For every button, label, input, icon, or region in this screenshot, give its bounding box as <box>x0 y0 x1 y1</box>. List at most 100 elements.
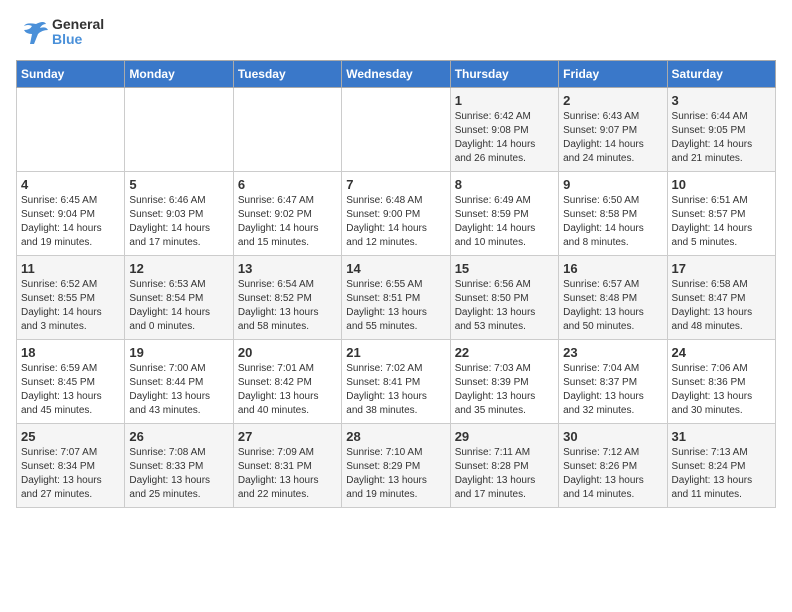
day-info: Sunrise: 6:44 AM Sunset: 9:05 PM Dayligh… <box>672 110 771 166</box>
day-number: 23 <box>563 345 662 360</box>
day-cell: 9Sunrise: 6:50 AM Sunset: 8:58 PM Daylig… <box>559 172 667 256</box>
day-info: Sunrise: 6:53 AM Sunset: 8:54 PM Dayligh… <box>129 278 228 334</box>
day-cell: 8 Sunrise: 6:49 AM Sunset: 8:59 PM Daylig… <box>450 172 558 256</box>
day-info: Sunrise: 7:06 AM Sunset: 8:36 PM Dayligh… <box>672 362 771 418</box>
day-info: Sunrise: 7:04 AM Sunset: 8:37 PM Dayligh… <box>563 362 662 418</box>
day-number: 27 <box>238 429 337 444</box>
day-number: 13 <box>238 261 337 276</box>
day-info: Sunrise: 7:07 AM Sunset: 8:34 PM Dayligh… <box>21 446 120 502</box>
day-info: Sunrise: 7:01 AM Sunset: 8:42 PM Dayligh… <box>238 362 337 418</box>
day-cell: 14 Sunrise: 6:55 AM Sunset: 8:51 PM Dayli… <box>342 256 450 340</box>
day-info: Sunrise: 6:55 AM Sunset: 8:51 PM Dayligh… <box>346 278 445 334</box>
day-cell: 30 Sunrise: 7:12 AM Sunset: 8:26 PM Dayli… <box>559 424 667 508</box>
day-info: Sunrise: 7:12 AM Sunset: 8:26 PM Dayligh… <box>563 446 662 502</box>
day-number: 8 <box>455 177 554 192</box>
day-number: 20 <box>238 345 337 360</box>
day-info: Sunrise: 6:52 AM Sunset: 8:55 PM Dayligh… <box>21 278 120 334</box>
day-cell <box>17 88 125 172</box>
day-cell: 23 Sunrise: 7:04 AM Sunset: 8:37 PM Dayli… <box>559 340 667 424</box>
day-info: Sunrise: 7:10 AM Sunset: 8:29 PM Dayligh… <box>346 446 445 502</box>
week-row-5: 25 Sunrise: 7:07 AM Sunset: 8:34 PM Dayli… <box>17 424 776 508</box>
day-info: Sunrise: 6:51 AM Sunset: 8:57 PM Dayligh… <box>672 194 771 250</box>
day-cell: 19Sunrise: 7:00 AM Sunset: 8:44 PM Dayli… <box>125 340 233 424</box>
day-cell: 13 Sunrise: 6:54 AM Sunset: 8:52 PM Dayli… <box>233 256 341 340</box>
day-cell: 27 Sunrise: 7:09 AM Sunset: 8:31 PM Dayli… <box>233 424 341 508</box>
day-info: Sunrise: 7:11 AM Sunset: 8:28 PM Dayligh… <box>455 446 554 502</box>
day-cell: 17Sunrise: 6:58 AM Sunset: 8:47 PM Dayli… <box>667 256 775 340</box>
day-info: Sunrise: 6:59 AM Sunset: 8:45 PM Dayligh… <box>21 362 120 418</box>
day-cell: 28 Sunrise: 7:10 AM Sunset: 8:29 PM Dayli… <box>342 424 450 508</box>
day-number: 19 <box>129 345 228 360</box>
day-cell: 3Sunrise: 6:44 AM Sunset: 9:05 PM Daylig… <box>667 88 775 172</box>
day-number: 25 <box>21 429 120 444</box>
day-cell: 16Sunrise: 6:57 AM Sunset: 8:48 PM Dayli… <box>559 256 667 340</box>
day-cell: 18 Sunrise: 6:59 AM Sunset: 8:45 PM Dayli… <box>17 340 125 424</box>
day-cell: 24 Sunrise: 7:06 AM Sunset: 8:36 PM Dayli… <box>667 340 775 424</box>
day-cell: 2 Sunrise: 6:43 AM Sunset: 9:07 PM Daylig… <box>559 88 667 172</box>
day-number: 7 <box>346 177 445 192</box>
header-thursday: Thursday <box>450 61 558 88</box>
day-cell: 1 Sunrise: 6:42 AM Sunset: 9:08 PM Daylig… <box>450 88 558 172</box>
day-cell: 26Sunrise: 7:08 AM Sunset: 8:33 PM Dayli… <box>125 424 233 508</box>
header-saturday: Saturday <box>667 61 775 88</box>
day-cell: 29 Sunrise: 7:11 AM Sunset: 8:28 PM Dayli… <box>450 424 558 508</box>
day-info: Sunrise: 6:48 AM Sunset: 9:00 PM Dayligh… <box>346 194 445 250</box>
day-number: 10 <box>672 177 771 192</box>
day-cell: 4 Sunrise: 6:45 AM Sunset: 9:04 PM Daylig… <box>17 172 125 256</box>
day-number: 4 <box>21 177 120 192</box>
day-number: 14 <box>346 261 445 276</box>
day-number: 24 <box>672 345 771 360</box>
logo-blue: Blue <box>52 32 104 47</box>
day-cell: 11 Sunrise: 6:52 AM Sunset: 8:55 PM Dayli… <box>17 256 125 340</box>
day-cell: 25 Sunrise: 7:07 AM Sunset: 8:34 PM Dayli… <box>17 424 125 508</box>
day-cell: 12 Sunrise: 6:53 AM Sunset: 8:54 PM Dayli… <box>125 256 233 340</box>
day-number: 9 <box>563 177 662 192</box>
day-cell: 22Sunrise: 7:03 AM Sunset: 8:39 PM Dayli… <box>450 340 558 424</box>
header-sunday: Sunday <box>17 61 125 88</box>
day-number: 28 <box>346 429 445 444</box>
day-info: Sunrise: 7:09 AM Sunset: 8:31 PM Dayligh… <box>238 446 337 502</box>
day-info: Sunrise: 6:43 AM Sunset: 9:07 PM Dayligh… <box>563 110 662 166</box>
logo: General Blue <box>16 16 104 48</box>
day-info: Sunrise: 6:42 AM Sunset: 9:08 PM Dayligh… <box>455 110 554 166</box>
day-number: 31 <box>672 429 771 444</box>
day-number: 30 <box>563 429 662 444</box>
day-number: 29 <box>455 429 554 444</box>
day-cell: 5 Sunrise: 6:46 AM Sunset: 9:03 PM Daylig… <box>125 172 233 256</box>
day-cell <box>233 88 341 172</box>
day-number: 5 <box>129 177 228 192</box>
week-row-2: 4 Sunrise: 6:45 AM Sunset: 9:04 PM Daylig… <box>17 172 776 256</box>
day-cell <box>125 88 233 172</box>
header-tuesday: Tuesday <box>233 61 341 88</box>
header-monday: Monday <box>125 61 233 88</box>
day-cell: 31Sunrise: 7:13 AM Sunset: 8:24 PM Dayli… <box>667 424 775 508</box>
day-info: Sunrise: 6:49 AM Sunset: 8:59 PM Dayligh… <box>455 194 554 250</box>
day-number: 21 <box>346 345 445 360</box>
logo-general: General <box>52 17 104 32</box>
calendar-header-row: SundayMondayTuesdayWednesdayThursdayFrid… <box>17 61 776 88</box>
day-cell: 10 Sunrise: 6:51 AM Sunset: 8:57 PM Dayli… <box>667 172 775 256</box>
day-info: Sunrise: 6:45 AM Sunset: 9:04 PM Dayligh… <box>21 194 120 250</box>
day-cell <box>342 88 450 172</box>
logo-bird-icon <box>16 16 48 48</box>
day-info: Sunrise: 7:08 AM Sunset: 8:33 PM Dayligh… <box>129 446 228 502</box>
day-info: Sunrise: 6:57 AM Sunset: 8:48 PM Dayligh… <box>563 278 662 334</box>
day-number: 1 <box>455 93 554 108</box>
day-info: Sunrise: 6:56 AM Sunset: 8:50 PM Dayligh… <box>455 278 554 334</box>
day-number: 12 <box>129 261 228 276</box>
day-number: 2 <box>563 93 662 108</box>
week-row-3: 11 Sunrise: 6:52 AM Sunset: 8:55 PM Dayli… <box>17 256 776 340</box>
week-row-4: 18 Sunrise: 6:59 AM Sunset: 8:45 PM Dayli… <box>17 340 776 424</box>
day-info: Sunrise: 6:54 AM Sunset: 8:52 PM Dayligh… <box>238 278 337 334</box>
day-cell: 15 Sunrise: 6:56 AM Sunset: 8:50 PM Dayli… <box>450 256 558 340</box>
day-number: 11 <box>21 261 120 276</box>
day-info: Sunrise: 6:46 AM Sunset: 9:03 PM Dayligh… <box>129 194 228 250</box>
day-cell: 21 Sunrise: 7:02 AM Sunset: 8:41 PM Dayli… <box>342 340 450 424</box>
day-info: Sunrise: 7:02 AM Sunset: 8:41 PM Dayligh… <box>346 362 445 418</box>
day-number: 15 <box>455 261 554 276</box>
day-number: 18 <box>21 345 120 360</box>
week-row-1: 1 Sunrise: 6:42 AM Sunset: 9:08 PM Daylig… <box>17 88 776 172</box>
day-number: 22 <box>455 345 554 360</box>
day-cell: 20 Sunrise: 7:01 AM Sunset: 8:42 PM Dayli… <box>233 340 341 424</box>
header-friday: Friday <box>559 61 667 88</box>
